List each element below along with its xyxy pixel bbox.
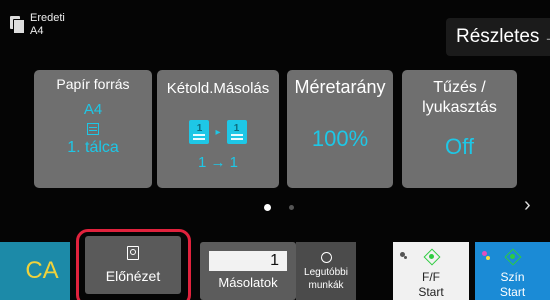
copy-home-screen: Eredeti A4 Részletes → Papír forrás A4 1… bbox=[0, 0, 550, 300]
clear-all-button[interactable]: CA bbox=[0, 242, 70, 300]
bw-start-line1: F/F bbox=[422, 270, 440, 284]
start-icon bbox=[424, 249, 439, 264]
copies-field[interactable]: 1 bbox=[209, 251, 287, 271]
color-start-line2: Start bbox=[499, 285, 526, 299]
recent-jobs-button[interactable]: Legutóbbi munkák bbox=[296, 242, 356, 300]
paper-tray-icon bbox=[87, 123, 99, 135]
paper-size-value: A4 bbox=[83, 101, 103, 118]
original-label: Eredeti bbox=[30, 12, 65, 24]
duplex-title: Kétold.Másolás bbox=[166, 80, 270, 97]
color-start-button[interactable]: Szín Start bbox=[475, 242, 550, 300]
ratio-value: 100% bbox=[311, 126, 369, 151]
top-bar: Eredeti A4 Részletes → bbox=[0, 0, 550, 62]
copies-label: Másolatok bbox=[218, 275, 278, 290]
document-icon bbox=[10, 16, 25, 34]
chevron-right-icon[interactable]: › bbox=[524, 194, 531, 217]
duplex-copy-tile[interactable]: Kétold.Másolás 1 ▸ 1 1 → 1 bbox=[157, 70, 279, 188]
page-indicator-inactive[interactable] bbox=[289, 205, 294, 210]
original-size: A4 bbox=[30, 25, 44, 37]
details-button[interactable]: Részletes → bbox=[446, 18, 550, 56]
recent-jobs-label: Legutóbbi munkák bbox=[304, 267, 348, 291]
duplex-arrow-icon: ▸ bbox=[215, 126, 221, 138]
paper-source-tile[interactable]: Papír forrás A4 1. tálca bbox=[34, 70, 152, 188]
copies-control[interactable]: 1 Másolatok bbox=[200, 242, 296, 300]
highlight-frame bbox=[76, 229, 191, 300]
clear-all-label: CA bbox=[25, 257, 59, 284]
details-label: Részletes bbox=[456, 26, 540, 47]
bw-start-line2: Start bbox=[418, 285, 444, 299]
staple-value: Off bbox=[445, 134, 474, 159]
arrow-right-icon: → bbox=[543, 27, 550, 47]
staple-punch-tile[interactable]: Tűzés / lyukasztás Off bbox=[402, 70, 517, 188]
ratio-tile[interactable]: Méretarány 100% bbox=[287, 70, 393, 188]
color-start-line1: Szín bbox=[500, 270, 525, 284]
page-indicator-active bbox=[264, 204, 271, 211]
original-indicator[interactable]: Eredeti A4 bbox=[10, 12, 65, 38]
page-1-target-icon: 1 bbox=[226, 120, 247, 144]
page-1-icon: 1 bbox=[189, 120, 210, 144]
ratio-title: Méretarány bbox=[294, 77, 386, 97]
duplex-value: 1 → 1 bbox=[197, 154, 239, 171]
history-icon bbox=[320, 252, 332, 263]
staple-title: Tűzés / lyukasztás bbox=[422, 79, 497, 116]
paper-tray-value: 1. tálca bbox=[67, 139, 119, 156]
bw-start-button[interactable]: F/F Start bbox=[393, 242, 469, 300]
duplex-icon: 1 ▸ 1 bbox=[157, 118, 279, 146]
paper-source-title: Papír forrás bbox=[56, 76, 130, 92]
start-icon bbox=[505, 249, 520, 264]
